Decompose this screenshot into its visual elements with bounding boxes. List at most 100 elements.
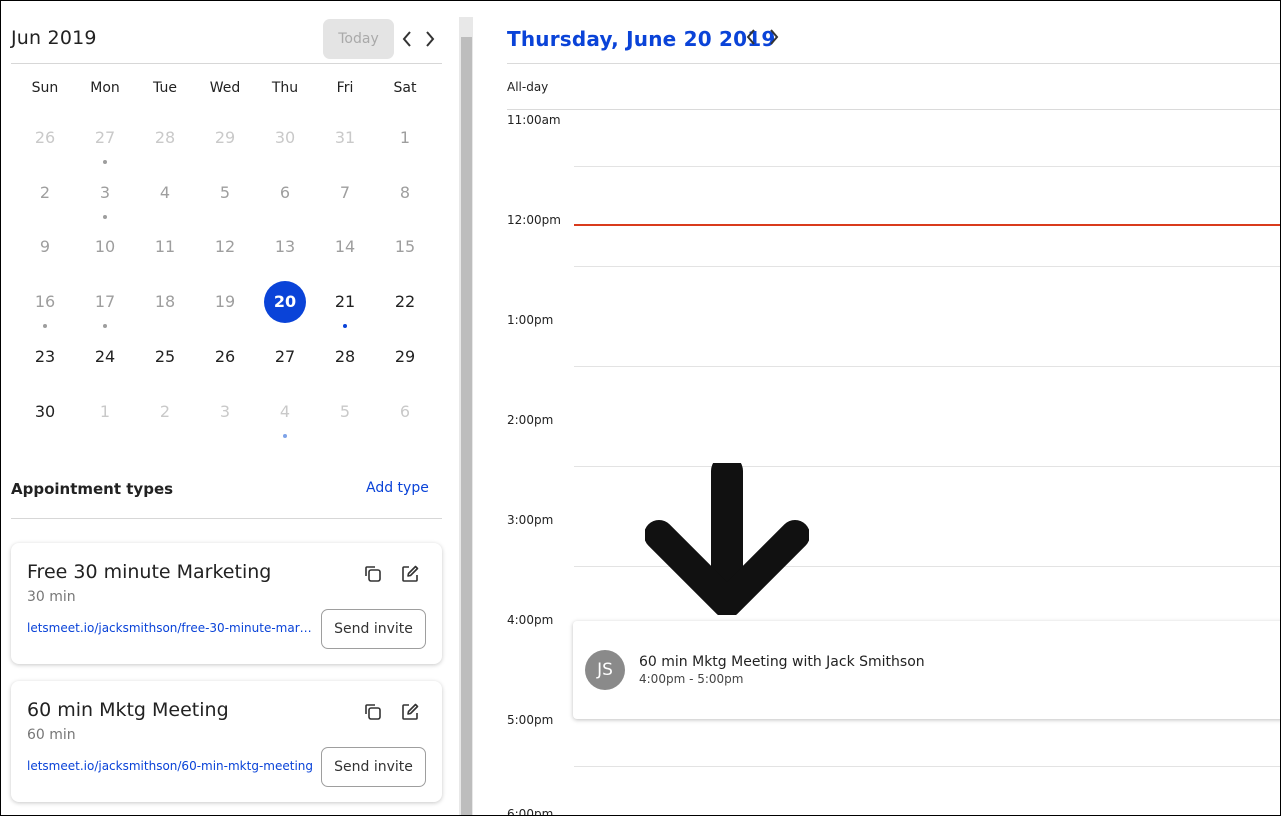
calendar-day[interactable]: 23 <box>24 336 66 378</box>
appointment-type-card: 60 min Mktg Meeting 60 min letsmeet.io/j… <box>11 681 442 802</box>
selected-day[interactable]: 20 <box>264 281 306 323</box>
add-type-link[interactable]: Add type <box>366 480 429 496</box>
calendar-day[interactable]: 4 <box>144 172 186 214</box>
calendar-day[interactable]: 31 <box>324 117 366 159</box>
calendar-day[interactable]: 22 <box>384 281 426 323</box>
appointment-type-title: 60 min Mktg Meeting <box>27 699 229 721</box>
weekday-label: Sun <box>31 80 59 96</box>
appointment-type-link[interactable]: letsmeet.io/jacksmithson/free-30-minute-… <box>27 621 315 635</box>
calendar-day[interactable]: 18 <box>144 281 186 323</box>
calendar-day[interactable]: 28 <box>144 117 186 159</box>
day-view: Thursday, June 20 2019 All-day 11:00am 12… <box>473 1 1280 816</box>
divider <box>11 518 442 519</box>
chevron-right-icon[interactable] <box>421 28 439 50</box>
weekday-label: Wed <box>209 80 241 96</box>
event-title: 60 min Mktg Meeting with Jack Smithson <box>639 654 925 670</box>
calendar-day[interactable]: 1 <box>84 391 126 433</box>
send-invite-button[interactable]: Send invite <box>321 609 426 649</box>
hour-label: 12:00pm <box>507 213 561 227</box>
half-hour-gridline <box>574 366 1280 367</box>
appointment-type-duration: 60 min <box>27 727 76 743</box>
calendar-day[interactable]: 3 <box>204 391 246 433</box>
calendar-day[interactable]: 8 <box>384 172 426 214</box>
event-indicator-dot <box>283 434 287 438</box>
hour-label: 4:00pm <box>507 613 554 627</box>
month-title: Jun 2019 <box>11 27 97 49</box>
calendar-day[interactable]: 1 <box>384 117 426 159</box>
calendar-day[interactable]: 26 <box>204 336 246 378</box>
chevron-right-icon[interactable] <box>765 26 783 48</box>
weekday-label: Tue <box>153 80 177 96</box>
hour-label: 3:00pm <box>507 513 554 527</box>
event-indicator-dot <box>103 215 107 219</box>
calendar-day[interactable]: 27 <box>84 117 126 159</box>
copy-icon[interactable] <box>362 701 384 723</box>
calendar-day[interactable]: 29 <box>204 117 246 159</box>
calendar-day[interactable]: 17 <box>84 281 126 323</box>
divider <box>11 63 442 64</box>
left-panel: Jun 2019 Today Sun Mon Tue Wed Thu Fri Sat 26 2… <box>1 1 459 815</box>
weekday-label: Fri <box>336 80 354 96</box>
calendar-day[interactable]: 12 <box>204 226 246 268</box>
copy-icon[interactable] <box>362 563 384 585</box>
calendar-day[interactable]: 11 <box>144 226 186 268</box>
calendar-day[interactable]: 30 <box>264 117 306 159</box>
calendar-day[interactable]: 30 <box>24 391 66 433</box>
hour-label: 1:00pm <box>507 313 554 327</box>
calendar-day[interactable]: 5 <box>204 172 246 214</box>
calendar-day[interactable]: 2 <box>144 391 186 433</box>
calendar-day[interactable]: 14 <box>324 226 366 268</box>
avatar: JS <box>585 650 625 690</box>
calendar-day[interactable]: 9 <box>24 226 66 268</box>
appointment-type-title: Free 30 minute Marketing <box>27 561 272 583</box>
hour-label: 6:00pm <box>507 807 554 816</box>
divider <box>507 63 1280 64</box>
app-window: Jun 2019 Today Sun Mon Tue Wed Thu Fri Sat 26 2… <box>0 0 1281 816</box>
appointment-type-link[interactable]: letsmeet.io/jacksmithson/60-min-mktg-mee… <box>27 759 315 773</box>
calendar-day[interactable]: 6 <box>384 391 426 433</box>
today-button[interactable]: Today <box>323 19 394 59</box>
chevron-left-icon[interactable] <box>398 28 416 50</box>
weekday-label: Sat <box>393 80 417 96</box>
event-indicator-dot <box>343 324 347 328</box>
event-time: 4:00pm - 5:00pm <box>639 672 744 686</box>
event-card[interactable]: JS 60 min Mktg Meeting with Jack Smithso… <box>573 621 1280 719</box>
scrollbar-thumb[interactable] <box>461 37 472 815</box>
hour-label: 11:00am <box>507 113 561 127</box>
chevron-left-icon[interactable] <box>742 26 760 48</box>
half-hour-gridline <box>574 166 1280 167</box>
calendar-day[interactable]: 5 <box>324 391 366 433</box>
calendar-day[interactable]: 28 <box>324 336 366 378</box>
calendar-day[interactable]: 6 <box>264 172 306 214</box>
hour-label: 5:00pm <box>507 713 554 727</box>
weekday-label: Thu <box>271 80 299 96</box>
calendar-day[interactable]: 2 <box>24 172 66 214</box>
calendar-day[interactable]: 26 <box>24 117 66 159</box>
event-indicator-dot <box>43 324 47 328</box>
day-view-title: Thursday, June 20 2019 <box>507 27 776 51</box>
calendar-day[interactable]: 19 <box>204 281 246 323</box>
calendar-day[interactable]: 4 <box>264 391 306 433</box>
calendar-day[interactable]: 15 <box>384 226 426 268</box>
calendar-day[interactable]: 25 <box>144 336 186 378</box>
down-arrow-icon <box>645 463 809 615</box>
hour-label: 2:00pm <box>507 413 554 427</box>
divider <box>507 109 1280 110</box>
calendar-day[interactable]: 29 <box>384 336 426 378</box>
half-hour-gridline <box>574 766 1280 767</box>
calendar-day[interactable]: 24 <box>84 336 126 378</box>
current-time-indicator <box>574 224 1280 226</box>
appointment-types-heading: Appointment types <box>11 480 174 498</box>
edit-icon[interactable] <box>399 701 421 723</box>
calendar-day[interactable]: 16 <box>24 281 66 323</box>
calendar-day[interactable]: 21 <box>324 281 366 323</box>
edit-icon[interactable] <box>399 563 421 585</box>
all-day-label: All-day <box>507 80 549 94</box>
calendar-day[interactable]: 13 <box>264 226 306 268</box>
calendar-day[interactable]: 3 <box>84 172 126 214</box>
appointment-type-duration: 30 min <box>27 589 76 605</box>
send-invite-button[interactable]: Send invite <box>321 747 426 787</box>
calendar-day[interactable]: 27 <box>264 336 306 378</box>
calendar-day[interactable]: 7 <box>324 172 366 214</box>
calendar-day[interactable]: 10 <box>84 226 126 268</box>
